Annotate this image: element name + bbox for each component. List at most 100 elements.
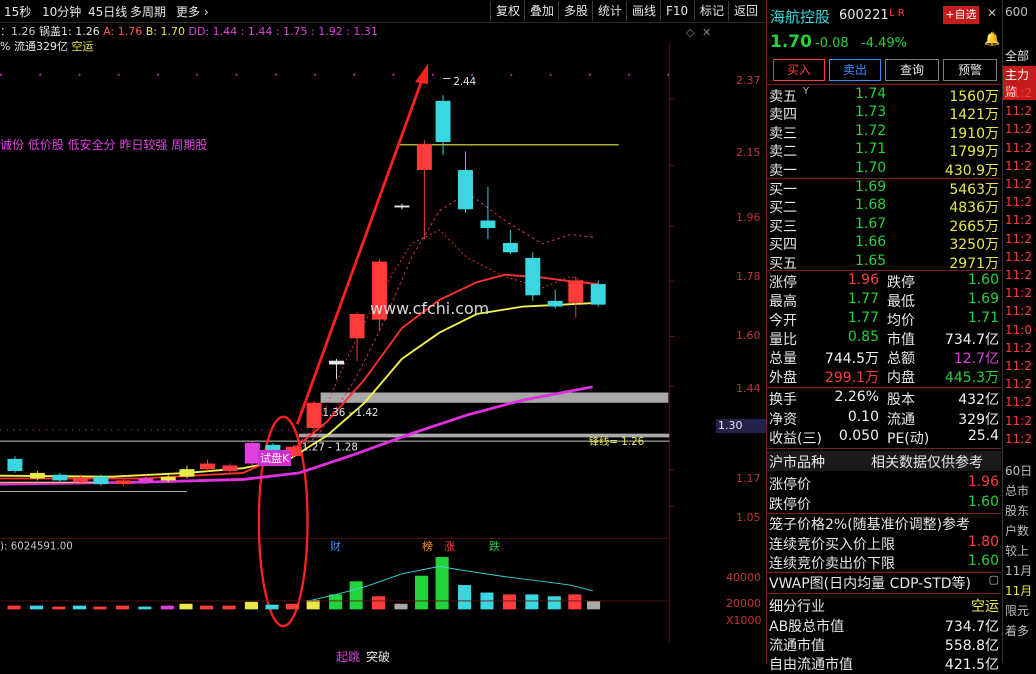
order-volume: 1421万 [949, 107, 999, 124]
strip-tab-all[interactable]: 全部 [1005, 47, 1029, 64]
tick-time: 11:2 [1005, 158, 1032, 173]
tick-time: 11:2 [1005, 140, 1032, 155]
strip-label: 着多 [1005, 624, 1030, 638]
sell-button[interactable]: 卖出 [829, 59, 881, 81]
candle-body [29, 472, 45, 479]
order-row[interactable]: 卖一 1.70 430.9万 [769, 160, 1001, 179]
strip-top: 600 [1005, 5, 1028, 19]
candle-body [306, 402, 322, 429]
order-price: 1.70 [855, 159, 887, 176]
float-cap-label: 流通市值 [769, 638, 825, 654]
stock-flags: L R [889, 8, 905, 19]
period-10min[interactable]: 10分钟 [42, 3, 81, 20]
order-row[interactable]: 卖五 Y 1.74 1560万 [769, 86, 1001, 105]
stat-value: 0.85 [847, 329, 879, 345]
kline-chart[interactable]: www.cfchi.com 2.44 1.36 - 1.42 1.27 - 1.… [0, 22, 716, 663]
fund-value: 25.4 [967, 428, 999, 444]
order-row[interactable]: 买三 1.67 2665万 [769, 216, 1001, 235]
tick-time: 11:2 [1005, 359, 1032, 373]
order-row[interactable]: 买四 1.66 3250万 [769, 234, 1001, 253]
tick-time: 11:2 [1005, 177, 1032, 191]
close-icon[interactable]: ✕ [984, 6, 1000, 24]
volume-bar [458, 585, 472, 610]
stat-label: 内盘 [887, 370, 915, 386]
mark-button[interactable]: 标记 [694, 1, 729, 21]
stat-label: 均价 [887, 313, 915, 329]
restore-rights-button[interactable]: 复权 [490, 1, 525, 21]
add-watch-button[interactable]: +自选 [943, 6, 979, 24]
fund-label: 收益(三) [769, 431, 822, 447]
market-note: 相关数据仅供参考 [871, 455, 983, 471]
stat-row: 今开 1.77 均价 1.71 [769, 310, 1001, 329]
tick-time: 11:2 [1005, 231, 1032, 246]
order-price: 1.66 [855, 234, 887, 251]
range-label-1: 1.36 - 1.42 [322, 407, 378, 419]
ab-cap-value: 734.7亿 [944, 619, 999, 635]
order-row[interactable]: 买五 1.65 2971万 [769, 253, 1001, 272]
ma-pink-dash [280, 191, 594, 464]
market-title: 沪市品种 [769, 455, 825, 471]
order-price: 1.73 [855, 104, 887, 121]
order-row[interactable]: 买二 1.68 4836万 [769, 197, 1001, 216]
candle-body [222, 465, 238, 472]
stat-label: 总额 [887, 351, 915, 367]
close-icon[interactable]: ✕ [702, 26, 711, 39]
order-volume: 430.9万 [944, 162, 999, 179]
tick-time: 11:2 [1005, 122, 1032, 137]
order-row[interactable]: 卖三 1.72 1910万 [769, 123, 1001, 142]
volume-bar [435, 557, 449, 610]
candle-body [349, 313, 365, 339]
vwap-label[interactable]: VWAP图(日内均量 CDP-STD等) [769, 573, 971, 593]
cage-label: 笼子价格2%(随基准价调整)参考 [769, 517, 971, 533]
order-label: 买四 [769, 237, 797, 254]
candle-body [458, 170, 473, 210]
price-tick: 2.15 [736, 146, 761, 159]
order-row[interactable]: 卖四 1.73 1421万 [769, 104, 1001, 123]
more-menu[interactable]: 更多 › [176, 3, 209, 20]
candle-body [179, 469, 195, 477]
fund-value: 432亿 [958, 392, 999, 408]
tick-time: 11:2 [1005, 431, 1032, 446]
period-45day[interactable]: 45日线 [88, 3, 127, 20]
volume-bar [138, 606, 152, 610]
tick-time: 11:2 [1005, 413, 1032, 428]
query-button[interactable]: 查询 [885, 59, 939, 81]
bell-icon[interactable]: 🔔 [984, 32, 1000, 47]
price-tick: 1.96 [736, 211, 761, 224]
order-label: 买二 [769, 200, 797, 217]
expand-icon[interactable]: ▢ [989, 573, 999, 586]
f10-button[interactable]: F10 [660, 1, 693, 21]
fund-value: 0.10 [847, 408, 879, 425]
diamond-icon[interactable]: ◇ [686, 26, 694, 39]
alert-button[interactable]: 预警 [943, 59, 997, 81]
draw-line-button[interactable]: 画线 [626, 1, 661, 21]
buy-button[interactable]: 买入 [773, 59, 825, 81]
order-row[interactable]: 卖二 1.71 1799万 [769, 141, 1001, 160]
fund-label: PE(动) [887, 431, 930, 447]
watermark: www.cfchi.com [370, 299, 489, 318]
candle-body [590, 284, 606, 305]
period-multi[interactable]: 多周期 [130, 3, 166, 20]
limit-up-label: 涨停价 [769, 477, 811, 493]
order-volume: 1799万 [949, 144, 999, 161]
industry-label: 细分行业 [769, 599, 825, 615]
tick-time: 11:2 [1005, 304, 1032, 319]
candle-body [115, 480, 131, 485]
order-row[interactable]: 买一 1.69 5463万 [769, 179, 1001, 198]
order-label: 卖二 [769, 144, 797, 161]
overlay-button[interactable]: 叠加 [524, 1, 559, 21]
tick-time: 11:2 [1005, 213, 1032, 228]
tick-time: 11:2 [1005, 395, 1032, 410]
volume-bar [525, 594, 539, 610]
multi-stock-button[interactable]: 多股 [558, 1, 593, 21]
last-price: 1.70 [770, 32, 812, 52]
statistics-button[interactable]: 统计 [592, 1, 627, 21]
tick-time: 11:2 [1005, 249, 1032, 264]
back-button[interactable]: 返回 [728, 1, 763, 21]
order-price: 1.68 [855, 197, 887, 214]
period-15s[interactable]: 15秒 [4, 3, 31, 20]
strip-label: 11月 [1005, 564, 1033, 578]
lock-line-label: 锋线= 1.26 [589, 435, 644, 448]
limit-down-value: 1.60 [967, 494, 999, 510]
order-label: 买一 [769, 182, 797, 198]
